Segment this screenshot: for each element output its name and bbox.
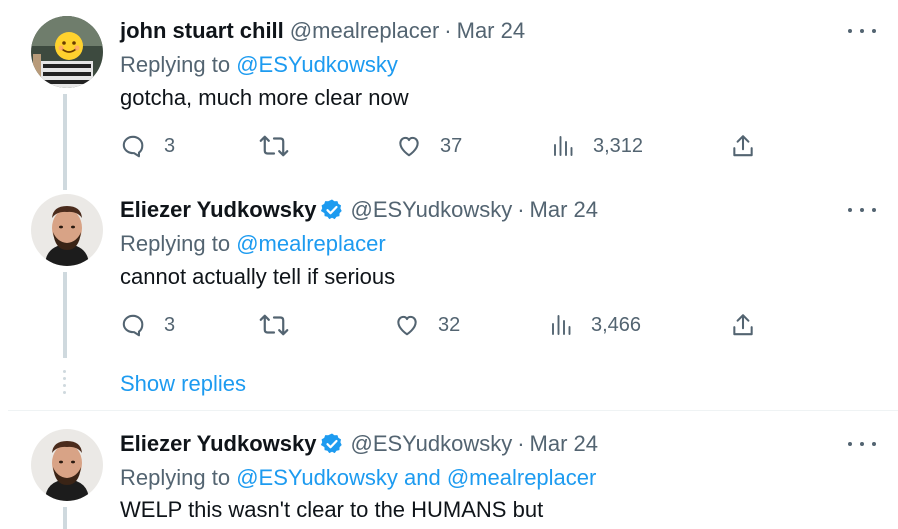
retweet-button[interactable] [259,310,289,340]
tweet-text: gotcha, much more clear now [120,85,409,110]
replying-label: Replying to [120,231,237,256]
retweet-icon [259,312,289,338]
reply-button[interactable]: 3 [120,131,175,161]
tweet-date[interactable]: Mar 24 [530,431,598,457]
reply-button[interactable]: 3 [120,310,175,340]
verified-badge-icon [320,432,344,456]
tweet-2[interactable]: Eliezer Yudkowsky @ESYudkowsky · Mar 24 … [0,190,898,410]
tweet-header: john stuart chill @mealreplacer · Mar 24 [120,16,525,46]
tweet-text: cannot actually tell if serious [120,264,396,289]
views-count: 3,466 [591,313,642,336]
more-icon[interactable] [848,21,876,41]
tweet-3[interactable]: Eliezer Yudkowsky @ESYudkowsky · Mar 24 … [0,411,898,529]
more-icon[interactable] [848,434,876,454]
reply-count: 3 [164,134,176,157]
like-button[interactable]: 37 [396,131,462,161]
replying-to: Replying to @mealreplacer [120,231,386,257]
replying-to: Replying to @ESYudkowsky and @mealreplac… [120,465,596,491]
thread-line [63,272,67,358]
tweet-1[interactable]: john stuart chill @mealreplacer · Mar 24… [0,0,898,190]
share-icon [730,312,756,338]
avatar-eliezer-yudkowsky[interactable] [31,194,103,266]
separator-dot: · [517,197,525,222]
show-replies-link[interactable]: Show replies [120,371,246,397]
author-name[interactable]: Eliezer Yudkowsky [120,431,316,457]
replying-label: Replying to [120,465,237,490]
more-icon[interactable] [848,200,876,220]
tweet-actions: 3 32 3,466 [120,310,770,340]
retweet-button[interactable] [259,131,289,161]
separator-dot: · [444,18,452,43]
share-button[interactable] [730,310,756,340]
views-icon [551,133,575,159]
tweet-date[interactable]: Mar 24 [457,18,525,44]
author-handle[interactable]: @ESYudkowsky [350,197,512,223]
like-icon [396,133,422,159]
thread-line [63,94,67,190]
author-handle[interactable]: @ESYudkowsky [350,431,512,457]
avatar-eliezer-yudkowsky[interactable] [31,429,103,501]
separator-dot: · [517,431,525,456]
views-count: 3,312 [593,134,644,157]
replying-to-link[interactable]: @mealreplacer [236,231,386,256]
share-button[interactable] [730,131,756,161]
like-count: 32 [438,313,461,336]
thread-line [63,507,67,529]
tweet-header: Eliezer Yudkowsky @ESYudkowsky · Mar 24 [120,429,598,459]
tweet-text: WELP this wasn't clear to the HUMANS but [120,497,544,522]
views-icon [549,312,573,338]
tweet-header: Eliezer Yudkowsky @ESYudkowsky · Mar 24 [120,195,598,225]
author-name[interactable]: john stuart chill [120,18,284,44]
replying-to: Replying to @ESYudkowsky [120,52,398,78]
replying-label: Replying to [120,52,237,77]
like-icon [394,312,420,338]
reply-count: 3 [164,313,176,336]
views-button[interactable]: 3,312 [551,131,643,161]
verified-badge-icon [320,198,344,222]
replying-to-link[interactable]: @ESYudkowsky and @mealreplacer [236,465,596,490]
tweet-date[interactable]: Mar 24 [530,197,598,223]
reply-icon [120,312,146,338]
retweet-icon [259,133,289,159]
author-handle[interactable]: @mealreplacer [290,18,440,44]
share-icon [730,133,756,159]
author-name[interactable]: Eliezer Yudkowsky [120,197,316,223]
tweet-actions: 3 37 3,312 [120,131,770,161]
views-button[interactable]: 3,466 [549,310,641,340]
replying-to-link[interactable]: @ESYudkowsky [236,52,398,77]
thread-dots [63,370,67,398]
avatar-john-stuart-chill[interactable] [31,16,103,88]
reply-icon [120,133,146,159]
like-button[interactable]: 32 [394,310,460,340]
like-count: 37 [440,134,463,157]
